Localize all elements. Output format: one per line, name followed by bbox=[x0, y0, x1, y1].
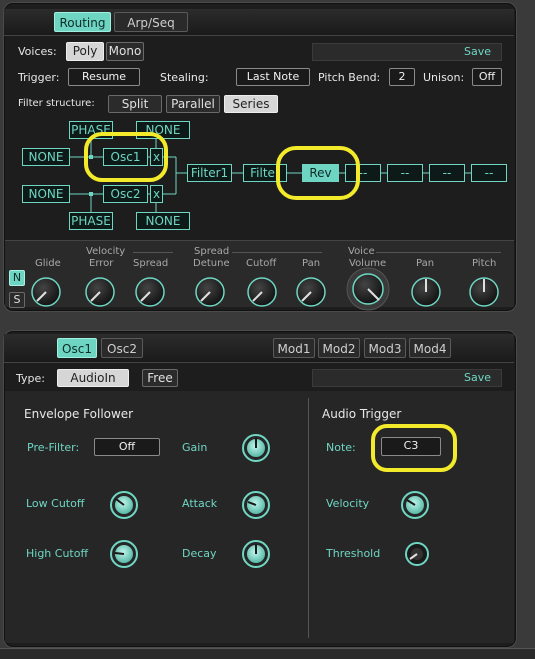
bottom-window-bar bbox=[0, 648, 535, 659]
threshold-knob[interactable] bbox=[405, 542, 429, 566]
high-cutoff-knob[interactable] bbox=[110, 540, 138, 568]
velocity-knob[interactable] bbox=[401, 491, 429, 519]
attack-knob[interactable] bbox=[242, 491, 270, 519]
gain-knob[interactable] bbox=[242, 434, 270, 462]
decay-knob[interactable] bbox=[242, 540, 270, 568]
low-cutoff-knob[interactable] bbox=[110, 491, 138, 519]
osc-knobs bbox=[110, 434, 429, 568]
